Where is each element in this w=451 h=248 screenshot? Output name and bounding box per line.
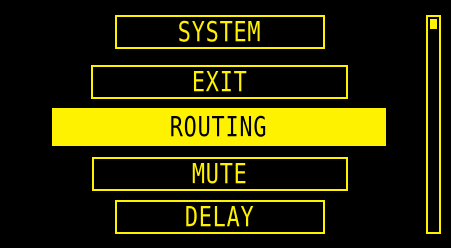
menu-item-routing[interactable]: ROUTING (52, 108, 386, 146)
menu-item-system[interactable]: SYSTEM (115, 15, 325, 49)
menu-item-label: MUTE (192, 157, 248, 190)
menu-item-label: DELAY (185, 200, 255, 233)
lcd-screen: SYSTEM EXIT ROUTING MUTE DELAY (0, 0, 451, 248)
menu-item-label: SYSTEM (178, 15, 262, 48)
scrollbar[interactable] (426, 15, 441, 234)
menu-item-label: EXIT (191, 65, 248, 98)
menu-item-delay[interactable]: DELAY (115, 200, 325, 234)
menu-item-label: ROUTING (170, 110, 268, 143)
scrollbar-thumb[interactable] (430, 19, 437, 29)
menu-item-mute[interactable]: MUTE (92, 157, 348, 191)
menu-item-exit[interactable]: EXIT (91, 65, 348, 99)
